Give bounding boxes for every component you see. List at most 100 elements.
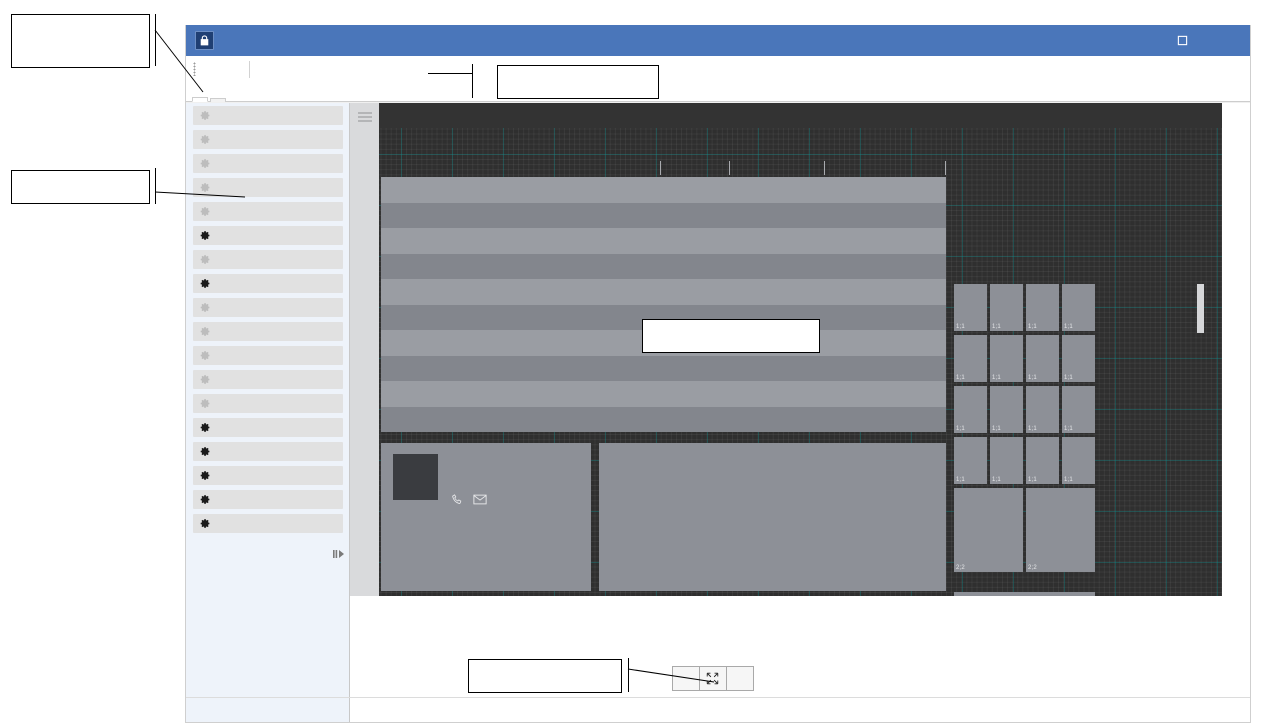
close-button[interactable] bbox=[1205, 25, 1250, 56]
annotation-orientation-tabs bbox=[11, 14, 150, 68]
gear-icon bbox=[200, 446, 211, 457]
grid-cell[interactable]: 1;1 bbox=[1062, 437, 1095, 484]
designer-zoom-control bbox=[186, 666, 1250, 690]
customer-contact-icons bbox=[451, 493, 487, 511]
grid-cell[interactable]: 1;1 bbox=[1062, 386, 1095, 433]
pos-control-item[interactable] bbox=[193, 250, 343, 269]
pos-control-item[interactable] bbox=[193, 514, 343, 533]
export-layout-button[interactable] bbox=[217, 66, 231, 72]
layout-designer-canvas-pane[interactable]: 1;11;11;11;11;11;11;11;11;11;11;11;11;11… bbox=[350, 103, 1250, 722]
grid-cell[interactable]: 1;1 bbox=[990, 437, 1023, 484]
grid-cell[interactable]: 2;2 bbox=[1026, 488, 1095, 572]
gear-icon bbox=[200, 278, 211, 289]
pos-control-item[interactable] bbox=[193, 322, 343, 341]
customer-field-row bbox=[393, 555, 579, 567]
grid-cell[interactable]: 1;1 bbox=[1026, 335, 1059, 382]
grid-cell[interactable]: 2;2 bbox=[954, 488, 1023, 572]
pos-control-item[interactable] bbox=[193, 274, 343, 293]
grid-cell-coordinate: 1;1 bbox=[992, 426, 1001, 432]
pos-control-item[interactable] bbox=[193, 106, 343, 125]
pos-control-item[interactable] bbox=[193, 490, 343, 509]
pos-top-bar bbox=[350, 103, 1222, 128]
annotation-full-layout-designer bbox=[642, 319, 820, 353]
grid-cell-coordinate: 1;1 bbox=[1064, 324, 1073, 330]
lines-row bbox=[381, 356, 946, 382]
grid-cell[interactable]: 1;1 bbox=[1062, 284, 1095, 331]
toolbar-separator bbox=[249, 61, 250, 78]
pos-control-item[interactable] bbox=[193, 298, 343, 317]
annotation-bracket-designer-toolbar bbox=[472, 64, 473, 98]
grid-cell[interactable]: 1;1 bbox=[990, 386, 1023, 433]
totals-panel[interactable] bbox=[599, 443, 946, 591]
gear-icon bbox=[200, 134, 211, 145]
lines-row bbox=[381, 279, 946, 305]
designer-toolbar bbox=[186, 56, 1250, 83]
pos-control-item[interactable] bbox=[193, 154, 343, 173]
pos-control-item[interactable] bbox=[193, 370, 343, 389]
lines-row bbox=[381, 407, 946, 433]
designer-body: 1;11;11;11;11;11;11;11;11;11;11;11;11;11… bbox=[186, 103, 1250, 722]
annotation-leader-pos-controls bbox=[155, 178, 250, 208]
phone-icon[interactable] bbox=[451, 493, 464, 511]
grid-cell-coordinate: 2;2 bbox=[956, 565, 965, 571]
gear-icon bbox=[200, 398, 211, 409]
zoom-in-button[interactable] bbox=[726, 666, 754, 691]
application-window: 1;11;11;11;11;11;11;11;11;11;11;11;11;11… bbox=[185, 25, 1251, 723]
annotation-leader-designer-toolbar bbox=[428, 73, 472, 74]
grid-cell[interactable]: 1;1 bbox=[954, 335, 987, 382]
grid-cell[interactable]: 1;1 bbox=[1062, 335, 1095, 382]
grid-cell-coordinate: 1;1 bbox=[1028, 426, 1037, 432]
lines-rows bbox=[381, 177, 946, 436]
grid-cell[interactable]: 1;1 bbox=[990, 335, 1023, 382]
grid-cell[interactable]: 1;1 bbox=[954, 437, 987, 484]
mail-icon[interactable] bbox=[473, 493, 487, 511]
lines-panel[interactable] bbox=[381, 159, 946, 436]
pos-control-item[interactable] bbox=[193, 418, 343, 437]
pos-side-strip bbox=[350, 103, 379, 596]
pos-control-item[interactable] bbox=[193, 226, 343, 245]
grid-cell-coordinate: 1;1 bbox=[992, 375, 1001, 381]
pos-control-item[interactable] bbox=[193, 346, 343, 365]
grid-cell[interactable]: 1;1 bbox=[1026, 386, 1059, 433]
customer-photo bbox=[393, 454, 438, 500]
pos-control-item[interactable] bbox=[193, 130, 343, 149]
grid-cell-coordinate: 1;1 bbox=[1028, 324, 1037, 330]
grid-cell-coordinate: 1;1 bbox=[1028, 375, 1037, 381]
lines-row bbox=[381, 254, 946, 280]
customer-field-row bbox=[393, 535, 579, 547]
customer-card[interactable] bbox=[381, 443, 591, 591]
grid-cell-coordinate: 1;1 bbox=[956, 477, 965, 483]
orientation-tabs bbox=[186, 83, 1250, 102]
pos-control-item[interactable] bbox=[193, 466, 343, 485]
select-layout-button[interactable] bbox=[231, 66, 245, 72]
lines-row bbox=[381, 177, 946, 203]
annotation-designer-toolbar bbox=[497, 65, 659, 99]
gear-icon bbox=[200, 374, 211, 385]
grid-cell[interactable]: 1;1 bbox=[954, 284, 987, 331]
grid-cell[interactable]: 1;1 bbox=[1026, 284, 1059, 331]
grid-cell-coordinate: 2;2 bbox=[1028, 565, 1037, 571]
gear-icon bbox=[200, 494, 211, 505]
lines-row bbox=[381, 203, 946, 229]
annotation-leader-designer-zoom bbox=[628, 662, 718, 692]
grid-cell[interactable]: 1;1 bbox=[954, 386, 987, 433]
grid-cell[interactable]: 1;1 bbox=[990, 284, 1023, 331]
pane-collapse-handle[interactable] bbox=[332, 549, 344, 558]
grid-cell-coordinate: 1;1 bbox=[992, 324, 1001, 330]
annotation-designer-zoom bbox=[468, 659, 622, 693]
gear-icon bbox=[200, 302, 211, 313]
lines-row bbox=[381, 228, 946, 254]
maximize-button[interactable] bbox=[1160, 25, 1205, 56]
grid-cell-coordinate: 1;1 bbox=[956, 324, 965, 330]
gear-icon bbox=[200, 518, 211, 529]
pos-control-item[interactable] bbox=[193, 442, 343, 461]
gear-icon bbox=[200, 326, 211, 337]
grid-cell[interactable]: 1;1 bbox=[1026, 437, 1059, 484]
grid-cell[interactable]: 1;1 bbox=[954, 592, 1095, 596]
minimize-button[interactable] bbox=[1115, 25, 1160, 56]
column-header-quantity bbox=[661, 159, 730, 177]
hamburger-icon[interactable] bbox=[358, 112, 372, 122]
gear-icon bbox=[200, 350, 211, 361]
pos-control-item[interactable] bbox=[193, 394, 343, 413]
pos-controls-list bbox=[186, 103, 349, 533]
